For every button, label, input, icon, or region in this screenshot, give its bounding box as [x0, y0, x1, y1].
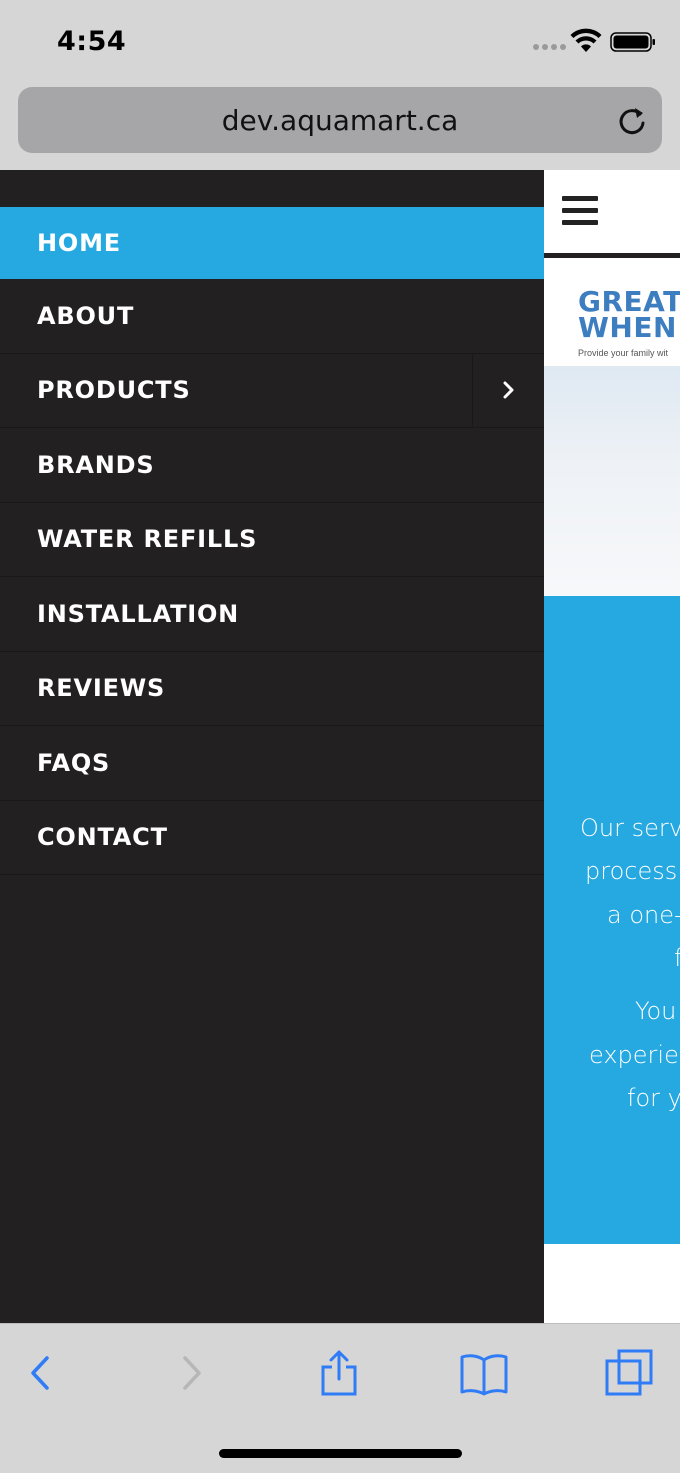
- menu-item-brands[interactable]: BRANDS: [0, 428, 544, 503]
- share-icon[interactable]: [314, 1348, 364, 1398]
- page-content: GREAT WHEN Provide your family wit Our s…: [544, 170, 680, 1323]
- menu-item-products[interactable]: PRODUCTS: [0, 353, 544, 428]
- address-bar[interactable]: dev.aquamart.ca: [18, 87, 662, 153]
- bookmarks-icon[interactable]: [459, 1348, 509, 1398]
- banner-subtitle: Provide your family wit: [578, 348, 669, 358]
- menu-item-water-refills[interactable]: WATER REFILLS: [0, 503, 544, 577]
- back-icon[interactable]: [16, 1348, 66, 1398]
- home-indicator[interactable]: [219, 1449, 462, 1458]
- menu-item-label: HOME: [37, 229, 121, 257]
- wifi-icon: [570, 28, 602, 52]
- chevron-right-icon: [503, 381, 513, 399]
- intro-text-line: You: [635, 997, 677, 1025]
- menu-item-label: ABOUT: [37, 301, 135, 330]
- hero-banner: GREAT WHEN Provide your family wit: [544, 270, 680, 366]
- hamburger-menu-icon[interactable]: [562, 196, 598, 228]
- status-time: 4:54: [57, 26, 127, 57]
- status-bar: 4:54: [0, 0, 680, 80]
- menu-item-label: REVIEWS: [37, 674, 166, 703]
- menu-list: HOME ABOUT PRODUCTS BRANDS WATER REFILLS…: [0, 207, 544, 875]
- intro-text-line: for y: [627, 1084, 680, 1112]
- intro-text-line: f: [674, 944, 680, 972]
- intro-text-line: a one-: [607, 901, 680, 929]
- intro-text-line: experien: [589, 1041, 680, 1069]
- menu-item-about[interactable]: ABOUT: [0, 279, 544, 354]
- url-text[interactable]: dev.aquamart.ca: [18, 104, 662, 137]
- menu-item-reviews[interactable]: REVIEWS: [0, 652, 544, 726]
- page-header: [544, 170, 680, 258]
- submenu-toggle-button[interactable]: [472, 353, 544, 427]
- menu-item-label: BRANDS: [37, 450, 155, 479]
- menu-item-label: CONTACT: [37, 823, 168, 852]
- hero-image: [544, 366, 680, 596]
- banner-heading-line: WHEN: [578, 311, 677, 344]
- menu-item-installation[interactable]: INSTALLATION: [0, 577, 544, 652]
- intro-text-line: process!: [585, 857, 680, 885]
- intro-section: Our serv process! a one- f You experien …: [544, 596, 680, 1244]
- menu-item-label: INSTALLATION: [37, 599, 240, 628]
- forward-icon[interactable]: [166, 1348, 216, 1398]
- menu-item-faqs[interactable]: FAQS: [0, 726, 544, 801]
- menu-item-label: FAQS: [37, 748, 111, 777]
- menu-item-contact[interactable]: CONTACT: [0, 801, 544, 875]
- menu-item-home[interactable]: HOME: [0, 207, 544, 279]
- menu-item-label: WATER REFILLS: [37, 525, 258, 554]
- side-navigation-menu: HOME ABOUT PRODUCTS BRANDS WATER REFILLS…: [0, 170, 544, 1323]
- battery-icon: [610, 32, 655, 52]
- reload-icon[interactable]: [616, 105, 648, 137]
- cellular-signal-icon: [533, 44, 566, 50]
- tabs-icon[interactable]: [604, 1348, 654, 1398]
- intro-text-line: Our serv: [580, 814, 680, 842]
- menu-item-label: PRODUCTS: [37, 376, 191, 405]
